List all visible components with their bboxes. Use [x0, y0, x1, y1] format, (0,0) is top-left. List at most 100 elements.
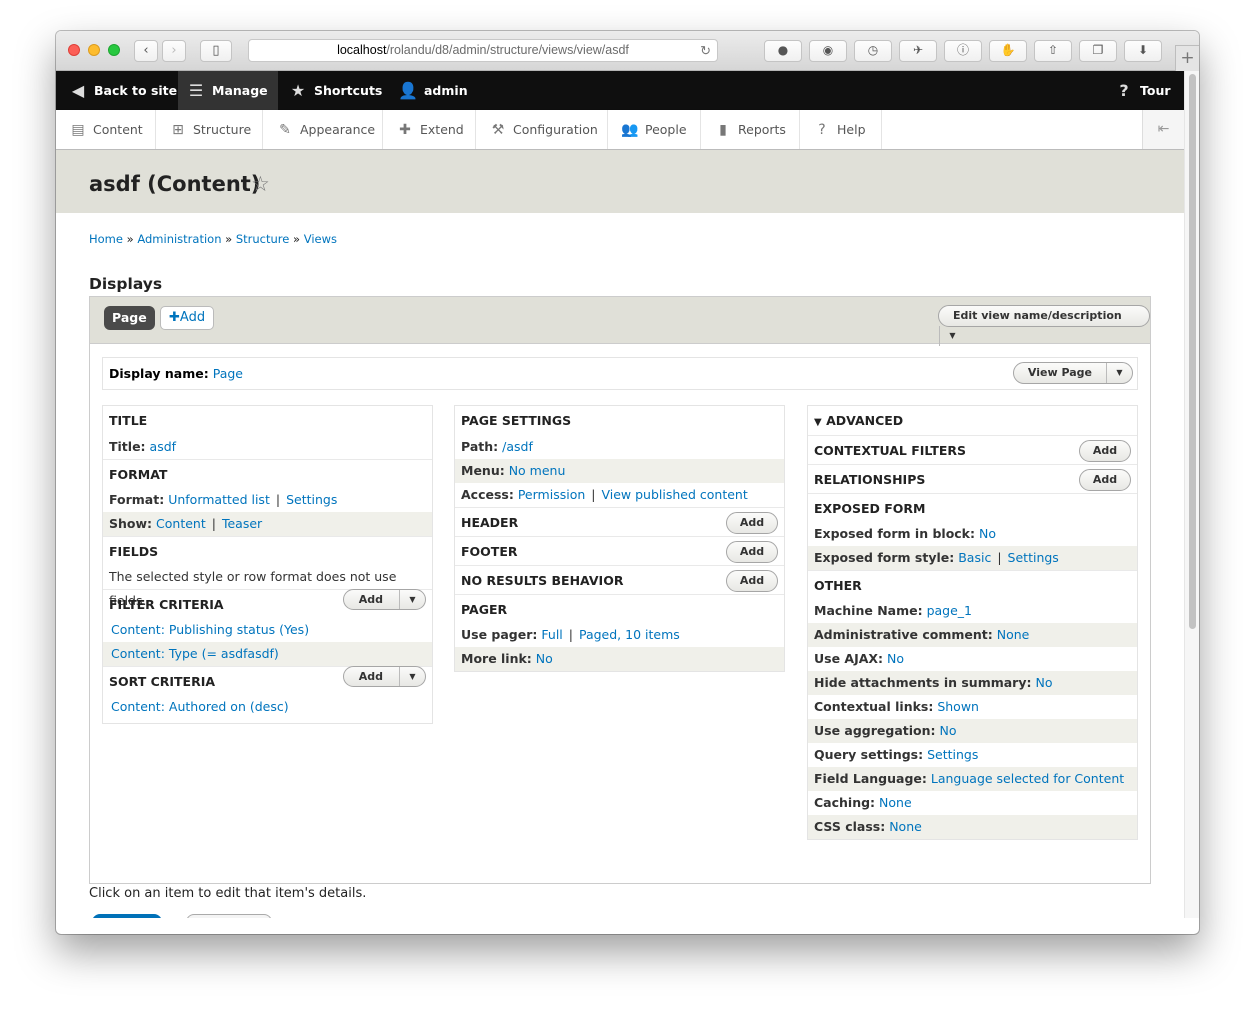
tray-orientation-toggle[interactable]: ⇤ [1142, 110, 1184, 149]
access-link[interactable]: Permission [518, 487, 585, 502]
format-link[interactable]: Unformatted list [168, 492, 270, 507]
browser-window: ‹ › ▯ localhost/rolandu/d8/admin/structu… [56, 31, 1199, 934]
contextual-add-button[interactable]: Add [1079, 440, 1131, 462]
new-tab-button[interactable]: + [1175, 45, 1199, 71]
tray-item-reports[interactable]: ▮ Reports [701, 110, 800, 149]
tray-item-structure[interactable]: ⊞ Structure [156, 110, 263, 149]
tabs-icon: ❐ [1092, 43, 1104, 57]
no-results-add-button[interactable]: Add [726, 570, 778, 592]
tour-button[interactable]: ? Tour [1106, 71, 1180, 110]
puzzle-icon: ✚ [399, 122, 411, 138]
bird-extension-button[interactable]: ✈ [899, 40, 937, 62]
user-tab[interactable]: 👤 admin [390, 71, 480, 110]
close-window-button[interactable] [68, 44, 80, 56]
ghostery-extension-button[interactable]: ● [764, 40, 802, 62]
shortcuts-tab[interactable]: ★ Shortcuts [280, 71, 384, 110]
reload-icon[interactable]: ↻ [700, 40, 711, 61]
caret-down-icon[interactable]: ▼ [399, 590, 425, 609]
hamburger-icon: ☰ [188, 81, 204, 100]
ghost-icon: ● [777, 43, 789, 57]
other-row: Hide attachments in summary: No [808, 671, 1137, 695]
download-icon: ⬇ [1137, 43, 1149, 57]
admin-toolbar: ◀ Back to site ☰ Manage ★ Shortcuts 👤 admin … [56, 71, 1184, 110]
tray-item-people[interactable]: 👥 People [608, 110, 701, 149]
add-display-button[interactable]: ✚Add [160, 306, 215, 330]
relationships-add-button[interactable]: Add [1079, 469, 1131, 491]
breadcrumb-administration[interactable]: Administration [137, 232, 221, 246]
scrollbar-thumb[interactable] [1189, 74, 1196, 629]
filter-add-dropbutton[interactable]: Add ▼ [342, 589, 426, 610]
filter-item[interactable]: Content: Publishing status (Yes) [103, 618, 432, 642]
fields-note: The selected style or row format does no… [109, 569, 397, 608]
star-icon: ★ [290, 81, 306, 100]
advanced-toggle[interactable]: ▼ ADVANCED [808, 406, 1137, 435]
pager-link[interactable]: Full [541, 627, 562, 642]
save-button[interactable] [92, 914, 162, 918]
view-page-dropbutton[interactable]: View Page ▼ [1012, 362, 1133, 384]
tray-item-content[interactable]: ▤ Content [56, 110, 156, 149]
address-bar[interactable]: localhost/rolandu/d8/admin/structure/vie… [248, 39, 718, 62]
format-row: Format: Unformatted list | Settings [109, 492, 338, 507]
menu-link[interactable]: No menu [509, 463, 566, 478]
caret-down-icon[interactable]: ▼ [1106, 363, 1132, 383]
back-to-site-link[interactable]: ◀ Back to site [60, 71, 178, 110]
other-row: Caching: None [814, 795, 912, 810]
menu-row: Menu: No menu [455, 459, 784, 483]
breadcrumb-home[interactable]: Home [89, 232, 123, 246]
pager-row: Use pager: Full | Paged, 10 items [461, 627, 680, 642]
sidebar-toggle-button[interactable]: ▯ [200, 40, 232, 62]
path-link[interactable]: /asdf [502, 439, 533, 454]
privacy-extension-button[interactable]: ✋ [989, 40, 1027, 62]
tray-item-help[interactable]: ? Help [800, 110, 882, 149]
edit-view-dropbutton[interactable]: Edit view name/description▼ [938, 305, 1150, 346]
filter-item[interactable]: Content: Type (= asdfasdf) [103, 642, 432, 666]
access-permission-link[interactable]: View published content [601, 487, 747, 502]
downloads-button[interactable]: ⬇ [1124, 40, 1162, 62]
minimize-window-button[interactable] [88, 44, 100, 56]
exposed-block-row: Exposed form in block: No [814, 526, 996, 541]
caret-down-icon[interactable]: ▼ [399, 667, 425, 686]
teaser-link[interactable]: Teaser [222, 516, 262, 531]
forward-button[interactable]: › [162, 40, 186, 62]
back-button[interactable]: ‹ [134, 40, 158, 62]
page-scrollbar[interactable] [1184, 71, 1199, 918]
displays-heading: Displays [89, 275, 163, 293]
manage-tab[interactable]: ☰ Manage [178, 71, 278, 110]
section-fields: FIELDS [103, 536, 432, 565]
rss-extension-button[interactable]: ◉ [809, 40, 847, 62]
column-second: PAGE SETTINGS Path: /asdf Menu: No menu … [454, 405, 785, 672]
display-name-link[interactable]: Page [213, 366, 243, 381]
section-no-results: NO RESULTS BEHAVIOR Add [455, 565, 784, 594]
title-row[interactable]: Title: asdf [103, 435, 432, 459]
sort-item[interactable]: Content: Authored on (desc) [103, 695, 432, 723]
tray-item-configuration[interactable]: ⚒ Configuration [476, 110, 608, 149]
plus-icon: ✚ [169, 310, 180, 325]
breadcrumb-structure[interactable]: Structure [236, 232, 290, 246]
footer-add-button[interactable]: Add [726, 541, 778, 563]
sort-add-dropbutton[interactable]: Add ▼ [342, 666, 426, 687]
section-other: OTHER [808, 570, 1137, 599]
collapse-left-icon: ⇤ [1157, 121, 1170, 137]
cancel-button[interactable] [186, 914, 272, 918]
share-button[interactable]: ⇧ [1034, 40, 1072, 62]
shortcut-star-icon[interactable]: ☆ [251, 172, 270, 196]
pager-options-link[interactable]: Paged, 10 items [579, 627, 680, 642]
page-title: asdf (Content) [89, 172, 261, 196]
format-settings-link[interactable]: Settings [286, 492, 337, 507]
other-row: Contextual links: Shown [814, 699, 979, 714]
clock-extension-button[interactable]: ◷ [854, 40, 892, 62]
header-add-button[interactable]: Add [726, 512, 778, 534]
tray-item-appearance[interactable]: ✎ Appearance [263, 110, 383, 149]
info-extension-button[interactable]: ⓘ [944, 40, 982, 62]
show-link[interactable]: Content [156, 516, 206, 531]
tray-item-extend[interactable]: ✚ Extend [383, 110, 476, 149]
caret-down-icon[interactable]: ▼ [939, 326, 965, 346]
chevron-left-icon: ‹ [143, 43, 149, 58]
tabs-overview-button[interactable]: ❐ [1079, 40, 1117, 62]
section-relationships: RELATIONSHIPS Add [808, 464, 1137, 493]
breadcrumb-views[interactable]: Views [304, 232, 337, 246]
share-icon: ⇧ [1047, 43, 1059, 57]
maximize-window-button[interactable] [108, 44, 120, 56]
more-link-link[interactable]: No [536, 651, 553, 666]
tab-page[interactable]: Page [104, 306, 155, 330]
